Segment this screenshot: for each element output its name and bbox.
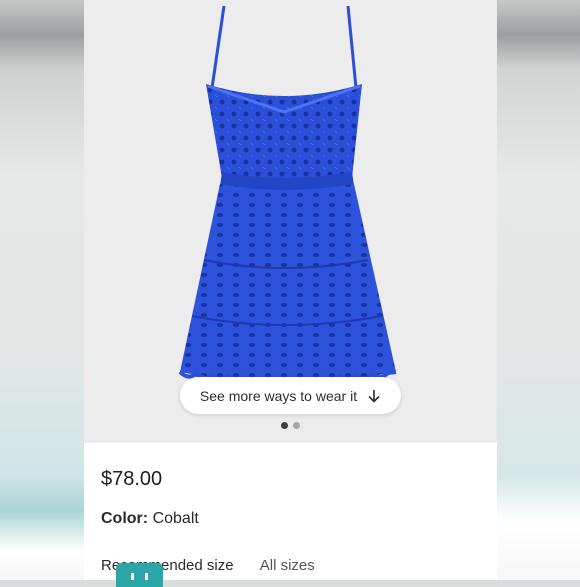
color-value: Cobalt — [152, 510, 199, 527]
carousel-dot[interactable] — [293, 422, 300, 429]
bot-eye-left — [131, 573, 134, 580]
color-label: Color: — [101, 510, 149, 527]
product-color: Color: Cobalt — [101, 510, 199, 528]
product-price: $78.00 — [101, 468, 163, 490]
carousel-dot-active[interactable] — [281, 422, 288, 429]
see-more-ways-button[interactable]: See more ways to wear it — [180, 377, 401, 414]
all-sizes-tab[interactable]: All sizes — [260, 557, 315, 574]
see-more-ways-label: See more ways to wear it — [199, 387, 358, 404]
carousel-dots — [84, 422, 497, 429]
bot-eye-right — [145, 573, 148, 580]
chat-bot-icon[interactable] — [116, 563, 163, 587]
arrow-down-icon — [367, 389, 381, 403]
blurred-backdrop-left — [0, 0, 84, 580]
product-page: See more ways to wear it $78.00 Color: C… — [84, 0, 497, 580]
product-image-carousel[interactable]: See more ways to wear it — [84, 0, 497, 443]
blurred-backdrop-right — [497, 0, 580, 580]
